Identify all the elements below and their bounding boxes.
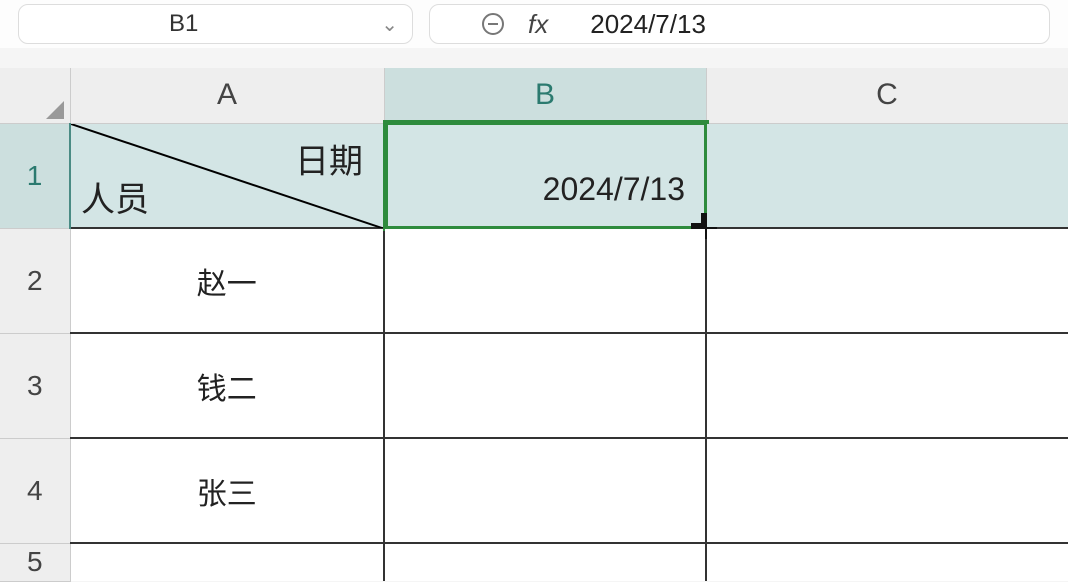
- cell-c5[interactable]: [706, 543, 1068, 581]
- select-all-icon: [46, 101, 64, 119]
- chevron-down-icon[interactable]: ⌄: [381, 12, 398, 37]
- cell-a1[interactable]: 日期 人员: [70, 123, 384, 228]
- name-box[interactable]: B1 ⌄: [18, 4, 413, 44]
- cell-c4[interactable]: [706, 438, 1068, 543]
- cell-b4[interactable]: [384, 438, 706, 543]
- row-header-4[interactable]: 4: [0, 438, 70, 543]
- cell-c2[interactable]: [706, 228, 1068, 333]
- col-header-a[interactable]: A: [70, 68, 384, 123]
- formula-area[interactable]: fx 2024/7/13: [429, 4, 1050, 44]
- col-header-b[interactable]: B: [384, 68, 706, 123]
- cell-a3[interactable]: 钱二: [70, 333, 384, 438]
- cell-a2[interactable]: 赵一: [70, 228, 384, 333]
- cell-a5[interactable]: [70, 543, 384, 581]
- cell-b3[interactable]: [384, 333, 706, 438]
- cell-a4[interactable]: 张三: [70, 438, 384, 543]
- a1-top-label: 日期: [295, 134, 363, 183]
- select-all-corner[interactable]: [0, 68, 70, 123]
- cell-a2-value: 赵一: [197, 268, 257, 301]
- cell-c3[interactable]: [706, 333, 1068, 438]
- row-header-3[interactable]: 3: [0, 333, 70, 438]
- formula-bar: B1 ⌄ fx 2024/7/13: [0, 0, 1068, 48]
- cell-b2[interactable]: [384, 228, 706, 333]
- row-header-1[interactable]: 1: [0, 123, 70, 228]
- col-header-c[interactable]: C: [706, 68, 1068, 123]
- cell-b5[interactable]: [384, 543, 706, 581]
- a1-bottom-label: 人员: [81, 172, 149, 221]
- cell-a4-value: 张三: [197, 478, 257, 511]
- cell-b1-value: 2024/7/13: [397, 143, 693, 208]
- cancel-icon[interactable]: [482, 13, 504, 35]
- cell-a3-value: 钱二: [197, 373, 257, 406]
- name-box-value: B1: [169, 10, 198, 38]
- fx-icon[interactable]: fx: [528, 9, 548, 40]
- spreadsheet: A B C 1 日期 人员 2024/7/13 2 赵一: [0, 68, 1068, 582]
- row-header-5[interactable]: 5: [0, 543, 70, 581]
- grid: A B C 1 日期 人员 2024/7/13 2 赵一: [0, 68, 1068, 582]
- cell-b1[interactable]: 2024/7/13: [384, 123, 706, 228]
- row-header-2[interactable]: 2: [0, 228, 70, 333]
- formula-input[interactable]: 2024/7/13: [590, 9, 706, 40]
- cell-c1[interactable]: [706, 123, 1068, 228]
